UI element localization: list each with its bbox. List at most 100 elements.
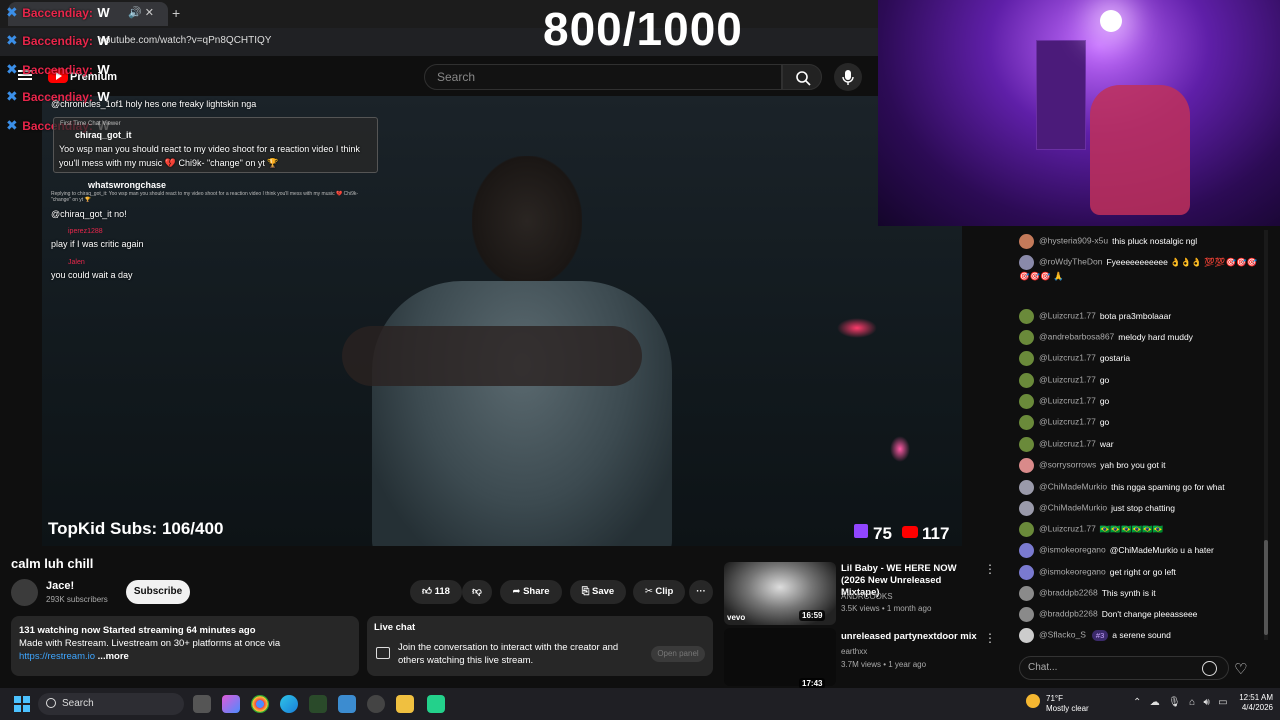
channel-avatar[interactable] [11, 579, 38, 606]
voice-search-button[interactable] [834, 63, 862, 91]
chat-author[interactable]: @Luizcruz1.77 [1039, 353, 1096, 363]
chat-message[interactable]: @Sflacko_S #3 a serene sound [1019, 628, 1259, 643]
chat-message[interactable]: @Luizcruz1.77 gostaria [1019, 351, 1259, 366]
chrome-icon[interactable] [251, 695, 269, 713]
recommendation-title[interactable]: unreleased partynextdoor mix [841, 631, 981, 643]
app-icon[interactable] [427, 695, 445, 713]
chat-message[interactable]: @braddpb2268 Don't change pleeasseee [1019, 607, 1259, 622]
description-more[interactable]: ...more [98, 651, 129, 662]
heart-icon[interactable]: ♡ [1234, 660, 1247, 678]
chat-author[interactable]: @ChiMadeMurkio [1039, 503, 1107, 513]
chat-avatar[interactable] [1019, 607, 1034, 622]
chat-message[interactable]: @sorrysorrows yah bro you got it [1019, 458, 1259, 473]
chat-avatar[interactable] [1019, 522, 1034, 537]
channel-name[interactable]: Jace! [46, 580, 74, 592]
chat-author[interactable]: @Sflacko_S [1039, 630, 1086, 640]
chat-avatar[interactable] [1019, 628, 1034, 643]
tab-close-icon[interactable]: 🔊 ✕ [128, 6, 154, 19]
file-explorer-icon[interactable] [396, 695, 414, 713]
chat-message[interactable]: @Luizcruz1.77 bota pra3mbolaaar [1019, 309, 1259, 324]
more-options-icon[interactable]: ⋮ [984, 562, 996, 576]
chat-message[interactable]: @braddpb2268 This synth is it [1019, 586, 1259, 601]
chat-message[interactable]: @andrebarbosa867 melody hard muddy [1019, 330, 1259, 345]
chat-message[interactable]: @ChiMadeMurkio just stop chatting [1019, 501, 1259, 516]
system-tray-icons[interactable]: ⌃ ☁ 🎙︎ ⌂ 🔊︎ ▭ [1133, 697, 1228, 708]
chat-scrollbar-thumb[interactable] [1264, 540, 1268, 635]
chat-author[interactable]: @Luizcruz1.77 [1039, 311, 1096, 321]
chat-author[interactable]: @Luizcruz1.77 [1039, 396, 1096, 406]
chat-message[interactable]: @roWdyTheDon Fyeeeeeeeeeee 👌👌👌 💯💯🎯🎯🎯🎯🎯🎯 🙏 [1019, 255, 1259, 283]
chat-message[interactable]: @ismokeoregano @ChiMadeMurkio u a hater [1019, 543, 1259, 558]
like-button[interactable]: 👍︎ 118 [410, 580, 462, 604]
open-panel-button[interactable]: Open panel [651, 646, 705, 662]
chat-avatar[interactable] [1019, 437, 1034, 452]
chat-avatar[interactable] [1019, 458, 1034, 473]
weather-widget[interactable]: 71°F Mostly clear [1046, 694, 1089, 714]
chat-message[interactable]: @Luizcruz1.77 war [1019, 437, 1259, 452]
dislike-button[interactable]: 👎︎ [462, 580, 492, 604]
search-button[interactable] [782, 64, 822, 90]
chat-message[interactable]: @ChiMadeMurkio this ngga spaming go for w… [1019, 480, 1259, 495]
chat-avatar[interactable] [1019, 565, 1034, 580]
chat-message[interactable]: @ismokeoregano get right or go left [1019, 565, 1259, 580]
chat-avatar[interactable] [1019, 351, 1034, 366]
app-icon[interactable] [367, 695, 385, 713]
chat-avatar[interactable] [1019, 543, 1034, 558]
share-button[interactable]: ➦ Share [500, 580, 562, 604]
overlay-chat-message: play if I was critic again [51, 239, 144, 249]
chat-avatar[interactable] [1019, 255, 1034, 270]
chat-author[interactable]: @braddpb2268 [1039, 609, 1098, 619]
chat-author[interactable]: @Luizcruz1.77 [1039, 417, 1096, 427]
chat-author[interactable]: @andrebarbosa867 [1039, 332, 1114, 342]
chat-message[interactable]: @Luizcruz1.77 go [1019, 415, 1259, 430]
chat-author[interactable]: @braddpb2268 [1039, 588, 1098, 598]
chat-author[interactable]: @sorrysorrows [1039, 460, 1096, 470]
more-options-icon[interactable]: ⋮ [984, 631, 996, 645]
subscribe-button[interactable]: Subscribe [126, 580, 190, 604]
chat-avatar[interactable] [1019, 330, 1034, 345]
chat-avatar[interactable] [1019, 415, 1034, 430]
emoji-icon[interactable] [1202, 661, 1217, 676]
chat-avatar[interactable] [1019, 394, 1034, 409]
chat-author[interactable]: @ismokeoregano [1039, 545, 1106, 555]
windows-start-icon[interactable] [14, 696, 30, 712]
copilot-icon[interactable] [222, 695, 240, 713]
chat-avatar[interactable] [1019, 586, 1034, 601]
chat-author[interactable]: @Luizcruz1.77 [1039, 439, 1096, 449]
chat-avatar[interactable] [1019, 309, 1034, 324]
new-tab-button[interactable]: + [172, 5, 180, 21]
share-icon: ➦ [512, 586, 521, 597]
chat-avatar[interactable] [1019, 480, 1034, 495]
more-actions-button[interactable]: ··· [689, 580, 713, 604]
recommendation-channel[interactable]: ANDRCOOKS [841, 592, 893, 601]
chat-text: get right or go left [1109, 566, 1176, 577]
description-box[interactable]: 131 watching now Started streaming 64 mi… [11, 616, 359, 676]
task-view-icon[interactable] [193, 695, 211, 713]
weather-icon[interactable] [1026, 694, 1040, 708]
description-link[interactable]: https://restream.io [19, 651, 95, 662]
chat-avatar[interactable] [1019, 501, 1034, 516]
chat-message[interactable]: @Luizcruz1.77 🇧🇷🇧🇷🇧🇷🇧🇷🇧🇷🇧🇷 [1019, 522, 1259, 537]
store-icon[interactable] [338, 695, 356, 713]
chat-message[interactable]: @Luizcruz1.77 go [1019, 394, 1259, 409]
chat-author[interactable]: @ismokeoregano [1039, 567, 1106, 577]
clip-button[interactable]: ✂ Clip [633, 580, 685, 604]
chat-author[interactable]: @Luizcruz1.77 [1039, 524, 1096, 534]
taskbar-search[interactable]: Search [38, 693, 184, 715]
chat-input[interactable]: Chat... [1019, 656, 1229, 680]
chat-author[interactable]: @ChiMadeMurkio [1039, 482, 1107, 492]
url-text[interactable]: youtube.com/watch?v=qPn8QCHTIQY [100, 35, 271, 46]
recommendation-channel[interactable]: earthxx [841, 647, 867, 656]
app-icon[interactable] [309, 695, 327, 713]
chat-avatar[interactable] [1019, 373, 1034, 388]
chat-message[interactable]: @Luizcruz1.77 go [1019, 373, 1259, 388]
chat-message[interactable]: @hysteria909-x5u this pluck nostalgic ngl [1019, 234, 1259, 249]
edge-icon[interactable] [280, 695, 298, 713]
chat-avatar[interactable] [1019, 234, 1034, 249]
chat-author[interactable]: @roWdyTheDon [1039, 257, 1102, 267]
chat-author[interactable]: @Luizcruz1.77 [1039, 375, 1096, 385]
search-input[interactable]: Search [424, 64, 782, 90]
chat-author[interactable]: @hysteria909-x5u [1039, 236, 1108, 246]
clock[interactable]: 12:51 AM 4/4/2026 [1233, 693, 1273, 713]
save-button[interactable]: ⎘ Save [570, 580, 626, 604]
